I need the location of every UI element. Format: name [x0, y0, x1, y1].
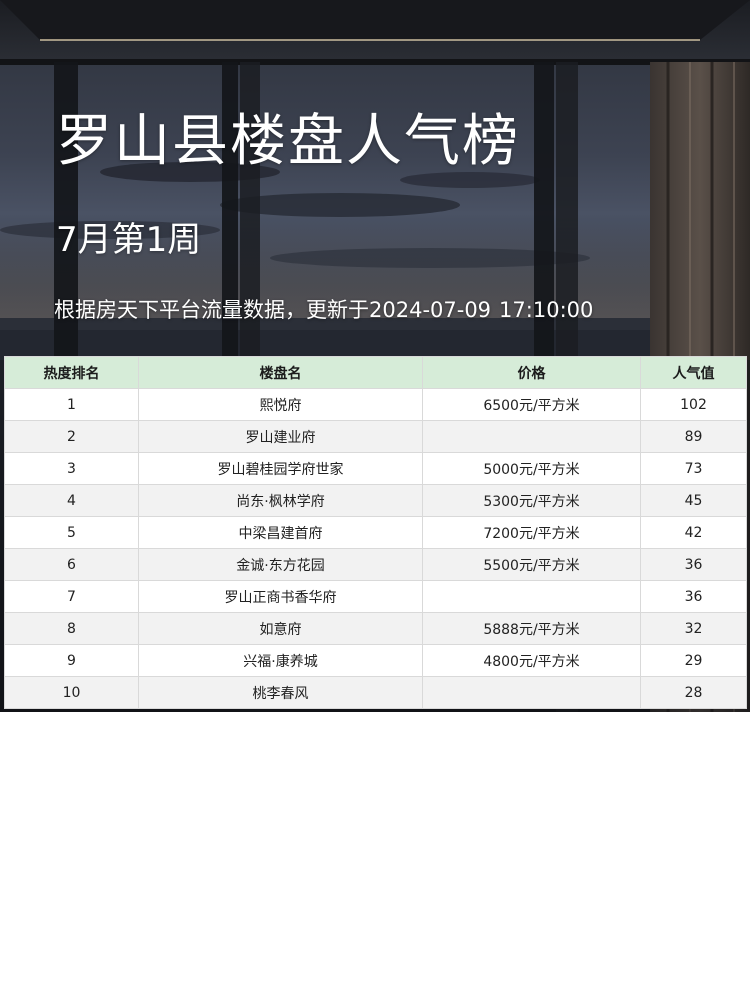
rank-cell: 5: [4, 516, 139, 549]
update-info: 根据房天下平台流量数据，更新于2024-07-09 17:10:00: [54, 294, 593, 324]
header-price: 价格: [422, 356, 641, 389]
popularity-cell: 102: [640, 388, 747, 421]
price-cell: 7200元/平方米: [422, 516, 641, 549]
update-prefix: 根据房天下平台流量数据，更新于: [54, 298, 369, 322]
price-cell: 5500元/平方米: [422, 548, 641, 581]
update-time: 17:10:00: [499, 298, 594, 322]
price-cell: 5300元/平方米: [422, 484, 641, 517]
table-row: 5 中梁昌建首府 7200元/平方米 42: [4, 516, 747, 549]
table-row: 7 罗山正商书香华府 36: [4, 580, 747, 613]
table-row: 8 如意府 5888元/平方米 32: [4, 612, 747, 645]
name-cell: 中梁昌建首府: [138, 516, 423, 549]
popularity-cell: 42: [640, 516, 747, 549]
popularity-cell: 28: [640, 676, 747, 709]
popularity-cell: 36: [640, 548, 747, 581]
week-subtitle: 7月第1周: [56, 220, 202, 260]
rank-cell: 4: [4, 484, 139, 517]
table-row: 9 兴福·康养城 4800元/平方米 29: [4, 644, 747, 677]
table-row: 2 罗山建业府 89: [4, 420, 747, 453]
popularity-cell: 32: [640, 612, 747, 645]
name-cell: 尚东·枫林学府: [138, 484, 423, 517]
table-row: 1 熙悦府 6500元/平方米 102: [4, 388, 747, 421]
popularity-cell: 36: [640, 580, 747, 613]
price-cell: 6500元/平方米: [422, 388, 641, 421]
price-cell: [422, 580, 641, 613]
update-date: 2024-07-09: [369, 298, 492, 322]
rank-cell: 9: [4, 644, 139, 677]
table-row: 3 罗山碧桂园学府世家 5000元/平方米 73: [4, 452, 747, 485]
name-cell: 熙悦府: [138, 388, 423, 421]
rank-cell: 2: [4, 420, 139, 453]
rank-cell: 10: [4, 676, 139, 709]
header-rank: 热度排名: [4, 356, 139, 389]
table-header-row: 热度排名 楼盘名 价格 人气值: [4, 356, 747, 389]
rank-cell: 8: [4, 612, 139, 645]
name-cell: 罗山建业府: [138, 420, 423, 453]
rank-cell: 1: [4, 388, 139, 421]
name-cell: 桃李春风: [138, 676, 423, 709]
popularity-cell: 89: [640, 420, 747, 453]
name-cell: 罗山碧桂园学府世家: [138, 452, 423, 485]
page-title: 罗山县楼盘人气榜: [56, 109, 520, 174]
rank-cell: 6: [4, 548, 139, 581]
table-row: 6 金诚·东方花园 5500元/平方米 36: [4, 548, 747, 581]
price-cell: 4800元/平方米: [422, 644, 641, 677]
popularity-cell: 45: [640, 484, 747, 517]
price-cell: 5000元/平方米: [422, 452, 641, 485]
table-row: 4 尚东·枫林学府 5300元/平方米 45: [4, 484, 747, 517]
header-popularity: 人气值: [640, 356, 747, 389]
name-cell: 如意府: [138, 612, 423, 645]
name-cell: 兴福·康养城: [138, 644, 423, 677]
price-cell: 5888元/平方米: [422, 612, 641, 645]
table-row: 10 桃李春风 28: [4, 676, 747, 709]
price-cell: [422, 420, 641, 453]
popularity-cell: 29: [640, 644, 747, 677]
rank-cell: 3: [4, 452, 139, 485]
header-name: 楼盘名: [138, 356, 423, 389]
price-cell: [422, 676, 641, 709]
ranking-table: 热度排名 楼盘名 价格 人气值 1 熙悦府 6500元/平方米 102 2 罗山…: [4, 356, 747, 709]
name-cell: 金诚·东方花园: [138, 548, 423, 581]
popularity-cell: 73: [640, 452, 747, 485]
name-cell: 罗山正商书香华府: [138, 580, 423, 613]
rank-cell: 7: [4, 580, 139, 613]
